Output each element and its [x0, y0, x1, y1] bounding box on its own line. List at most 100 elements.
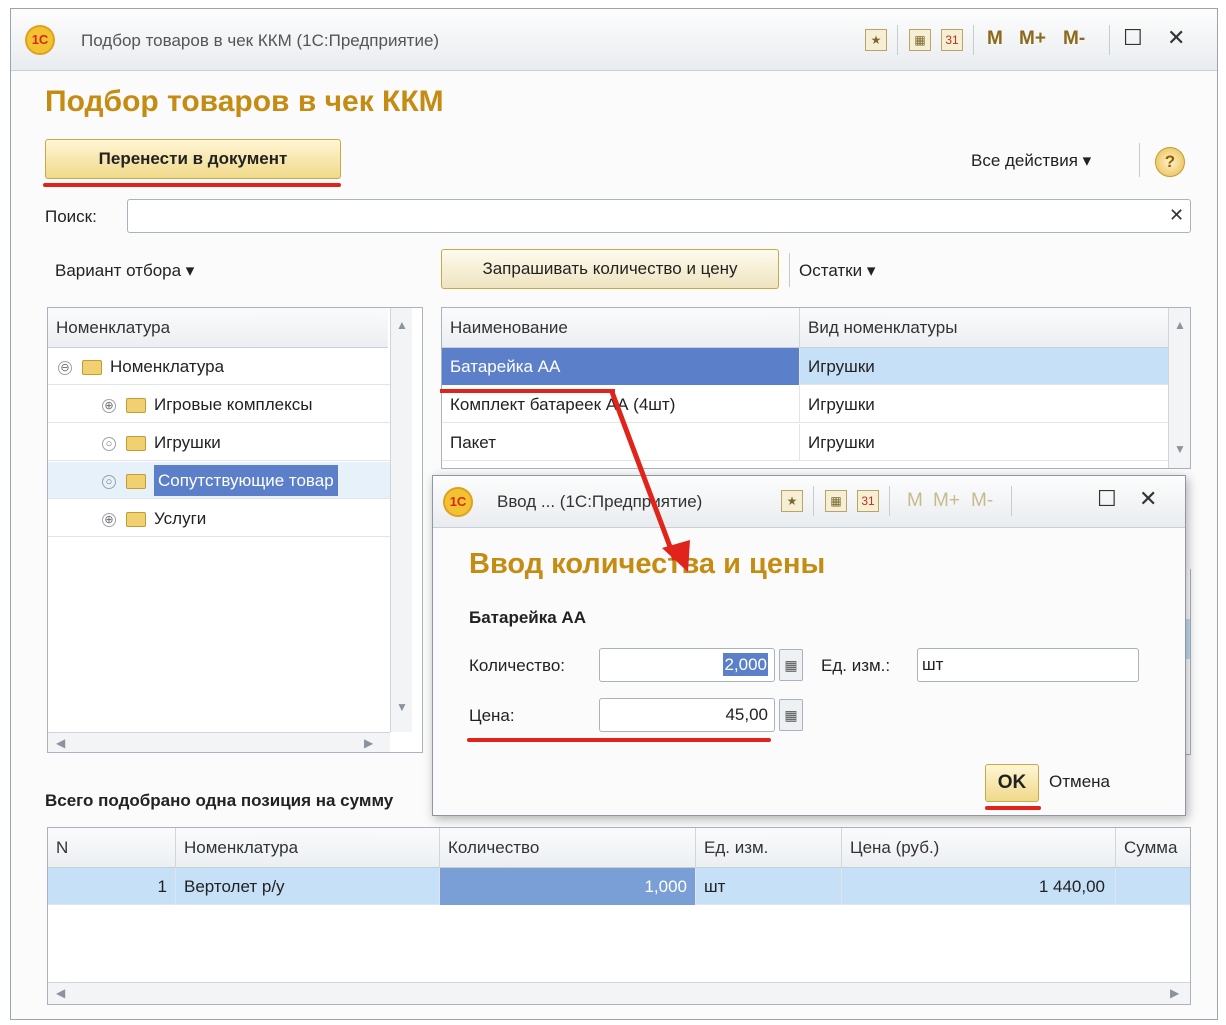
- picked-cell-qty[interactable]: 1,000: [440, 868, 696, 905]
- scroll-left-icon[interactable]: ◀: [56, 736, 65, 750]
- scroll-down-icon[interactable]: ▼: [1174, 442, 1186, 456]
- tree-item-label: Сопутствующие товар: [154, 465, 338, 496]
- goods-cell-kind: Игрушки: [808, 433, 875, 452]
- ask-qty-price-toggle[interactable]: Запрашивать количество и цену: [441, 249, 779, 289]
- table-row[interactable]: Батарейка АА Игрушки: [442, 348, 1168, 385]
- scroll-up-icon[interactable]: ▲: [1174, 318, 1186, 332]
- tree-item[interactable]: ⊖ Номенклатура: [48, 348, 390, 385]
- search-label: Поиск:: [45, 207, 97, 226]
- goods-cell-name: Пакет: [442, 424, 800, 461]
- toolbar-separator: [889, 486, 890, 516]
- calendar-icon[interactable]: 31: [857, 490, 879, 512]
- scroll-right-icon[interactable]: ▶: [364, 736, 373, 750]
- picked-cell-n: 1: [48, 868, 176, 905]
- tree-item[interactable]: ○ Игрушки: [48, 424, 390, 461]
- dialog-item-name: Батарейка АА: [469, 608, 586, 627]
- maximize-icon[interactable]: ☐: [1097, 486, 1117, 512]
- picked-header: N Номенклатура Количество Ед. изм. Цена …: [48, 828, 1190, 868]
- price-input[interactable]: 45,00: [599, 698, 775, 732]
- picked-cell-price: 1 440,00: [842, 868, 1116, 905]
- picked-summary: Всего подобрано одна позиция на сумму: [45, 791, 394, 810]
- close-icon[interactable]: ✕: [1167, 25, 1185, 51]
- picked-cell-unit: шт: [696, 868, 842, 905]
- nomenclature-tree: Номенклатура ⊖ Номенклатура ⊕ Игровые комп…: [47, 307, 423, 753]
- tree-item-selected[interactable]: ○ Сопутствующие товар: [48, 462, 390, 499]
- goods-vertical-scrollbar[interactable]: ▲ ▼: [1168, 308, 1190, 468]
- scroll-right-icon[interactable]: ▶: [1170, 986, 1179, 1000]
- tree-vertical-scrollbar[interactable]: ▲ ▼: [390, 308, 412, 732]
- qty-value: 2,000: [723, 653, 768, 676]
- toolbar-separator: [1109, 25, 1110, 55]
- goods-cell-name: Батарейка АА: [442, 348, 800, 385]
- favorite-icon[interactable]: ★: [865, 29, 887, 51]
- calendar-icon[interactable]: 31: [941, 29, 963, 51]
- picked-col-qty[interactable]: Количество: [440, 828, 696, 868]
- scroll-left-icon[interactable]: ◀: [56, 986, 65, 1000]
- table-row[interactable]: 1 Вертолет р/у 1,000 шт 1 440,00: [48, 868, 1190, 905]
- dialog-title: Ввод ... (1С:Предприятие): [497, 492, 703, 511]
- unit-input[interactable]: шт: [917, 648, 1139, 682]
- picked-col-unit[interactable]: Ед. изм.: [696, 828, 842, 868]
- scroll-up-icon[interactable]: ▲: [396, 318, 408, 332]
- help-icon[interactable]: ?: [1155, 147, 1185, 177]
- folder-icon: [126, 436, 146, 452]
- expand-icon[interactable]: ⊕: [102, 398, 116, 413]
- tree-item[interactable]: ⊕ Услуги: [48, 500, 390, 537]
- toolbar-separator: [897, 25, 898, 55]
- tree-horizontal-scrollbar[interactable]: ◀ ▶: [48, 732, 390, 752]
- ok-button[interactable]: OK: [985, 764, 1039, 802]
- dialog-title-bar: 1С Ввод ... (1С:Предприятие) ★ ▦ 31 M M+…: [433, 476, 1185, 528]
- memory-m-button[interactable]: M: [987, 28, 1003, 50]
- goods-cell-name: Комплект батареек АА (4шт): [442, 386, 800, 423]
- picked-col-nomenclature[interactable]: Номенклатура: [176, 828, 440, 868]
- goods-col-name[interactable]: Наименование: [442, 308, 800, 348]
- calculator-icon[interactable]: ▦: [825, 490, 847, 512]
- goods-col-kind[interactable]: Вид номенклатуры: [800, 308, 1168, 348]
- table-row[interactable]: Пакет Игрушки: [442, 424, 1168, 461]
- toolbar-separator: [1011, 486, 1012, 516]
- qty-calculator-icon[interactable]: ▦: [779, 649, 803, 681]
- folder-icon: [126, 474, 146, 490]
- memory-m-button[interactable]: M: [907, 490, 923, 512]
- memory-plus-button[interactable]: M+: [933, 490, 960, 512]
- search-input[interactable]: [127, 199, 1191, 233]
- favorite-icon[interactable]: ★: [781, 490, 803, 512]
- tree-item-label: Игровые комплексы: [154, 395, 313, 414]
- highlight-underline: [43, 183, 341, 187]
- price-label: Цена:: [469, 706, 515, 725]
- scroll-down-icon[interactable]: ▼: [396, 700, 408, 714]
- picked-col-price[interactable]: Цена (руб.): [842, 828, 1116, 868]
- memory-minus-button[interactable]: M-: [1063, 28, 1085, 50]
- collapse-icon[interactable]: ⊖: [58, 360, 72, 375]
- picked-cell-nomenclature: Вертолет р/у: [176, 868, 440, 905]
- price-calculator-icon[interactable]: ▦: [779, 699, 803, 731]
- tree-item-label: Услуги: [154, 509, 207, 528]
- expand-icon[interactable]: ⊕: [102, 512, 116, 527]
- picked-col-n[interactable]: N: [48, 828, 176, 868]
- goods-table: Наименование Вид номенклатуры Батарейка …: [441, 307, 1191, 469]
- maximize-icon[interactable]: ☐: [1123, 25, 1143, 51]
- tree-header-label[interactable]: Номенклатура: [48, 308, 388, 348]
- filter-variant-menu[interactable]: Вариант отбора ▾: [55, 261, 194, 281]
- leaf-icon: ○: [102, 474, 116, 489]
- folder-icon: [126, 512, 146, 528]
- picked-col-sum[interactable]: Сумма: [1116, 828, 1190, 868]
- memory-plus-button[interactable]: M+: [1019, 28, 1046, 50]
- unit-label: Ед. изм.:: [821, 656, 891, 675]
- tree-item[interactable]: ⊕ Игровые комплексы: [48, 386, 390, 423]
- stock-menu[interactable]: Остатки ▾: [799, 261, 875, 281]
- table-row[interactable]: Комплект батареек АА (4шт) Игрушки: [442, 386, 1168, 423]
- clear-search-icon[interactable]: ✕: [1169, 205, 1184, 226]
- calculator-icon[interactable]: ▦: [909, 29, 931, 51]
- picked-horizontal-scrollbar[interactable]: ◀ ▶: [48, 982, 1190, 1004]
- qty-input[interactable]: 2,000: [599, 648, 775, 682]
- page-title: Подбор товаров в чек ККМ: [45, 85, 444, 118]
- transfer-to-document-button[interactable]: Перенести в документ: [45, 139, 341, 179]
- memory-minus-button[interactable]: M-: [971, 490, 993, 512]
- cancel-button[interactable]: Отмена: [1049, 772, 1110, 792]
- all-actions-menu[interactable]: Все действия ▾: [971, 151, 1091, 171]
- goods-header: Наименование Вид номенклатуры: [442, 308, 1168, 348]
- folder-icon: [82, 360, 102, 376]
- goods-cell-kind: Игрушки: [808, 357, 875, 376]
- close-icon[interactable]: ✕: [1139, 486, 1157, 512]
